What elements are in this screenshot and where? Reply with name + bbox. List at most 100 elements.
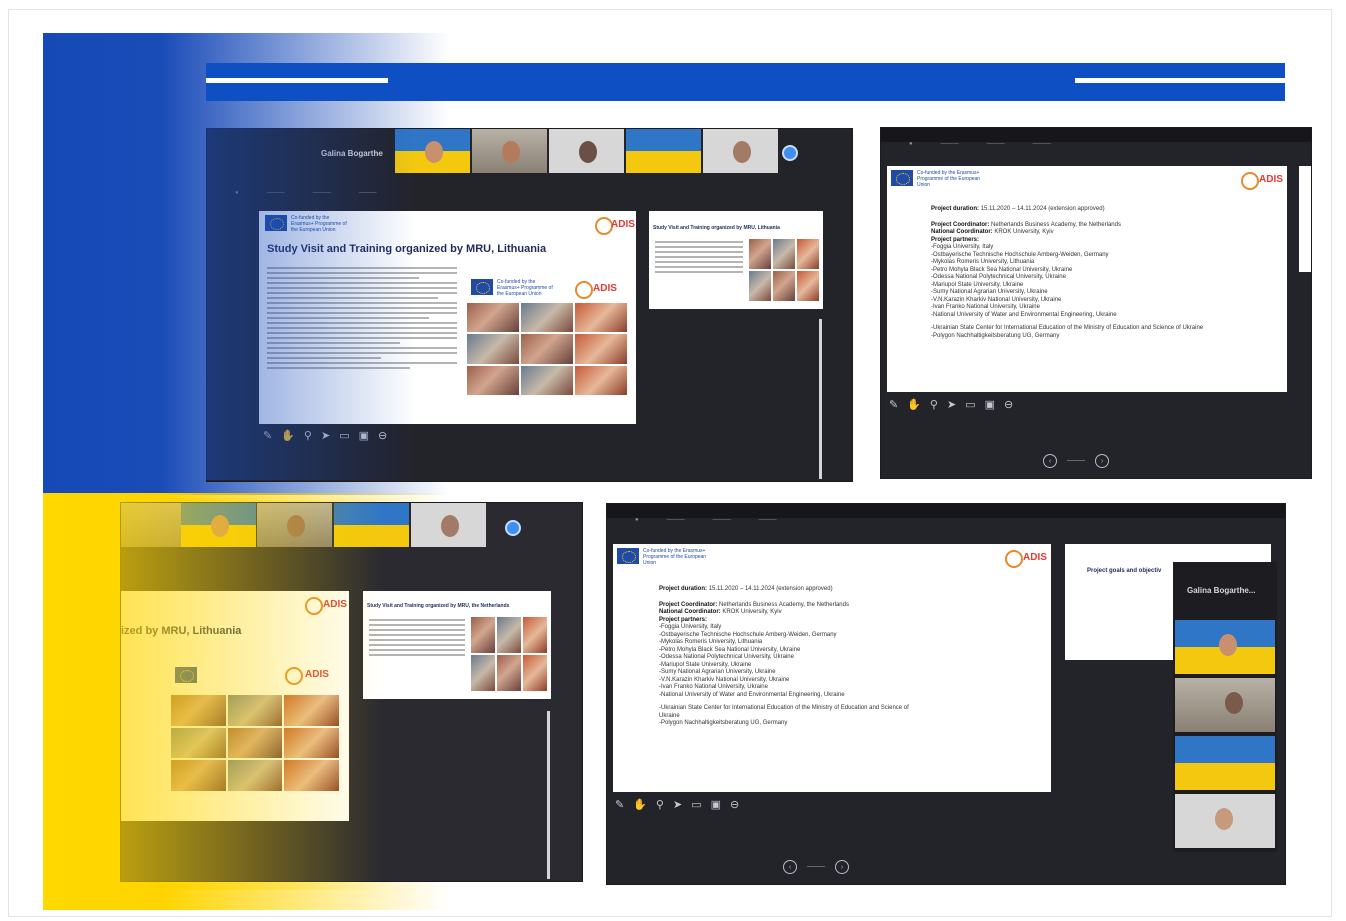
logo-ring-icon [1005, 550, 1023, 568]
bar-line-left [206, 78, 388, 83]
pointer-icon[interactable]: ➤ [673, 798, 682, 811]
more-icon[interactable]: ⊖ [1004, 398, 1013, 411]
eu-funded-label: Co-funded by the Erasmus+ Programme of t… [497, 279, 553, 297]
scrollbar[interactable] [547, 711, 550, 879]
side-slide-preview[interactable]: Study Visit and Training organized by MR… [363, 591, 551, 699]
video-tile [1175, 794, 1275, 848]
adis-logo: ADIS [1023, 552, 1047, 563]
adis-logo: ADIS [305, 669, 329, 680]
adis-logo: ADIS [323, 599, 347, 610]
screen-icon[interactable]: ▭ [965, 398, 975, 411]
pointer-icon[interactable]: ➤ [947, 398, 956, 411]
slide-pager: ‹ ——— › [1043, 454, 1109, 468]
hand-icon[interactable]: ✋ [281, 429, 295, 442]
shared-slide: Co-funded by the Erasmus+ Programme of t… [259, 211, 636, 424]
more-icon[interactable]: ⊖ [378, 429, 387, 442]
participants-button[interactable] [782, 145, 798, 161]
national-value: KROK University, Kyiv [994, 229, 1054, 235]
partner-item: -Sumy National Agrarian University, Ukra… [659, 669, 776, 675]
project-info: Project duration: 15.11.2020 – 14.11.202… [659, 586, 909, 728]
screen-icon[interactable]: ▭ [339, 429, 349, 442]
partner-extra: -Polygon Nachhaltigkeitsberatung UG, Ger… [659, 720, 788, 726]
page-indicator: ——— [1067, 458, 1085, 464]
partner-item: -Mykolas Romeris University, Lithuania [931, 259, 1035, 265]
camera-icon[interactable]: ▣ [985, 398, 995, 411]
eu-flag-icon [617, 548, 639, 564]
next-slide-button[interactable]: › [835, 860, 849, 874]
top-blue-bar [206, 63, 1285, 101]
video-tile [1175, 736, 1275, 790]
screen-icon[interactable]: ▭ [691, 798, 701, 811]
participants-panel: Galina Bogarthe... [1173, 562, 1277, 852]
slide-title: ized by MRU, Lithuania [121, 625, 242, 637]
prev-slide-button[interactable]: ‹ [783, 860, 797, 874]
video-tile [257, 503, 332, 547]
bar-line-right [1075, 78, 1285, 83]
partner-item: -Petro Mohyla Black Sea National Univers… [659, 646, 801, 653]
partner-item: -Foggia University, Italy [931, 244, 994, 250]
camera-icon[interactable]: ▣ [711, 798, 721, 811]
partner-extra: -Polygon Nachhaltigkeitsberatung UG, Ger… [931, 332, 1060, 339]
shared-slide: ADIS ized by MRU, Lithuania ADIS [121, 591, 349, 821]
partner-item: -V.N.Karazin Kharkiv National University… [659, 676, 790, 683]
adis-logo: ADIS [1259, 174, 1283, 185]
meeting-menu: ● ——— ——— ——— [635, 517, 777, 523]
partner-item: -Mariupol State University, Ukraine [931, 281, 1024, 288]
pointer-icon[interactable]: ➤ [321, 429, 330, 442]
logo-ring-icon [1241, 172, 1259, 190]
slide-pager: ‹ ——— › [783, 860, 849, 874]
screenshot-meeting-4: ● ——— ——— ——— Co-funded by the Erasmus+ Pro… [606, 503, 1286, 885]
scrollbar[interactable] [819, 319, 822, 479]
eu-funded-label: Co-funded by the Erasmus+ Programme of t… [643, 548, 707, 566]
zoom-icon[interactable]: ⚲ [930, 398, 938, 411]
participants-button[interactable] [505, 520, 521, 536]
video-tile [472, 129, 547, 173]
partner-extra: -Ukrainian State Center for Internationa… [931, 325, 1204, 331]
video-tile [626, 129, 701, 173]
side-slide-body [655, 241, 743, 276]
screenshot-meeting-3: ADIS ized by MRU, Lithuania ADIS Study V… [120, 502, 583, 882]
next-slide-button[interactable]: › [1095, 454, 1109, 468]
screenshot-meeting-2: ● ——— ——— ——— Co-funded by the Erasmus+ Pro… [880, 127, 1312, 479]
page-indicator: ——— [807, 864, 825, 870]
partner-item: -National University of Water and Enviro… [931, 311, 1117, 318]
more-icon[interactable]: ⊖ [730, 798, 739, 811]
partner-item: -Mykolas Romeris University, Lithuania [659, 639, 763, 645]
zoom-icon[interactable]: ⚲ [656, 798, 664, 811]
partner-item: -National University of Water and Enviro… [659, 691, 845, 698]
presenter-name: Galina Bogarthe... [1187, 586, 1256, 595]
presenter-name: Galina Bogarthe [321, 149, 383, 158]
eu-flag-icon [471, 279, 493, 295]
national-value: KROK University, Kyiv [722, 609, 782, 615]
side-slide-preview[interactable] [1299, 166, 1311, 272]
eu-flag-icon [891, 170, 913, 186]
national-label: National Coordinator: [931, 229, 993, 235]
pen-icon[interactable]: ✎ [889, 398, 898, 411]
side-slide-title: Project goals and objectiv [1087, 568, 1162, 574]
coordinator-value: Netherlands Business Academy, the Nether… [719, 601, 849, 608]
annotation-toolbar: ✎ ✋ ⚲ ➤ ▭ ▣ ⊖ [263, 429, 387, 442]
pen-icon[interactable]: ✎ [615, 798, 624, 811]
pen-icon[interactable]: ✎ [263, 429, 272, 442]
hand-icon[interactable]: ✋ [633, 798, 647, 811]
side-photo-grid [471, 617, 547, 691]
annotation-toolbar: ✎ ✋ ⚲ ➤ ▭ ▣ ⊖ [615, 798, 739, 811]
side-slide-title: Study Visit and Training organized by MR… [653, 225, 780, 231]
side-slide-preview[interactable]: Study Visit and Training organized by MR… [649, 211, 823, 309]
partner-item: -Ostbayerische Technische Hochschule Amb… [931, 251, 1109, 258]
photo-grid [467, 303, 627, 395]
prev-slide-button[interactable]: ‹ [1043, 454, 1057, 468]
hand-icon[interactable]: ✋ [907, 398, 921, 411]
coordinator-value: Netherlands Business Academy, the Nether… [991, 221, 1121, 228]
video-tile [181, 503, 256, 547]
screenshot-meeting-1: Galina Bogarthe ● ——— ——— ——— Co-funded by … [206, 128, 853, 482]
national-label: National Coordinator: [659, 609, 721, 615]
partner-extra: Ukraine [659, 712, 680, 719]
partner-item: -Foggia University, Italy [659, 624, 722, 630]
project-info: Project duration: 15.11.2020 – 14.11.202… [931, 206, 1203, 340]
eu-funded-label: Co-funded by the Erasmus+ Programme of t… [917, 170, 981, 188]
partner-item: -Ostbayerische Technische Hochschule Amb… [659, 631, 837, 638]
zoom-icon[interactable]: ⚲ [304, 429, 312, 442]
video-tile [1175, 620, 1275, 674]
camera-icon[interactable]: ▣ [359, 429, 369, 442]
